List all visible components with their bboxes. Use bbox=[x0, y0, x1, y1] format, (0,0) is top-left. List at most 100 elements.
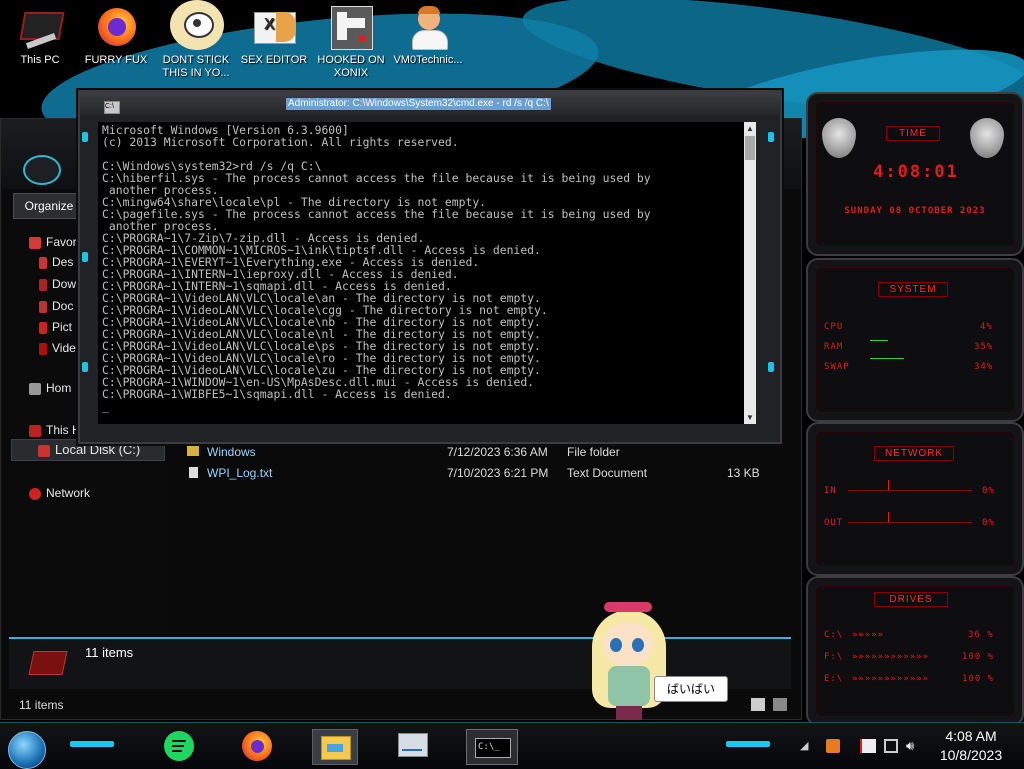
text-file-icon bbox=[189, 467, 198, 478]
drive-f-label: F:\ bbox=[824, 652, 844, 662]
status-item-count: 11 items bbox=[19, 698, 64, 712]
pictures-folder-icon bbox=[39, 321, 47, 334]
volume-icon[interactable]: 🔊︎ bbox=[906, 739, 920, 753]
nav-item-pictures[interactable]: Pict bbox=[39, 318, 72, 336]
action-center-flag-icon[interactable] bbox=[860, 739, 876, 753]
mascot-speech-bubble: ばいばい bbox=[654, 676, 728, 702]
nav-item-favorites[interactable]: Favor bbox=[29, 233, 77, 251]
system-panel: SYSTEM CPU 4% RAM 35% SWAP 34% bbox=[806, 258, 1024, 422]
show-hidden-icons-icon[interactable]: ◢ bbox=[800, 739, 814, 753]
clock-time: 4:08:01 bbox=[873, 162, 959, 182]
java-update-icon[interactable] bbox=[826, 739, 840, 753]
organize-button[interactable]: Organize bbox=[13, 193, 85, 219]
desktop-icon-sex-editor[interactable]: X SEX EDITOR bbox=[234, 6, 314, 67]
console-output[interactable]: Microsoft Windows [Version 6.3.9600] (c)… bbox=[98, 122, 744, 424]
command-prompt-window[interactable]: C:\ Administrator: C:\Windows\System32\c… bbox=[78, 90, 782, 444]
network-tray-icon[interactable] bbox=[884, 739, 898, 753]
desktop-icon-this-pc[interactable]: This PC bbox=[0, 6, 80, 67]
details-item-count: 11 items bbox=[85, 645, 134, 660]
drive-c-value: 36 % bbox=[968, 630, 994, 640]
frame-accent bbox=[82, 362, 88, 372]
time-panel: TIME 4:08:01 SUNDAY 08 OCTOBER 2023 bbox=[806, 92, 1024, 256]
swap-label: SWAP bbox=[824, 362, 850, 372]
frame-accent bbox=[82, 252, 88, 262]
mascot-eye bbox=[632, 638, 644, 652]
downloads-folder-icon bbox=[39, 278, 47, 291]
drives-title: DRIVES bbox=[874, 592, 948, 607]
drive-c-label: C:\ bbox=[824, 630, 844, 640]
firefox-icon bbox=[94, 6, 138, 50]
system-title: SYSTEM bbox=[878, 282, 948, 297]
network-out-graph bbox=[848, 522, 972, 523]
drive-f-value: 100 % bbox=[962, 652, 995, 662]
mascot-boots bbox=[616, 706, 642, 720]
drives-panel: DRIVES C:\ »»»»» 36 % F:\ »»»»»»»»»»»» 1… bbox=[806, 576, 1024, 726]
network-title: NETWORK bbox=[874, 446, 954, 461]
documents-folder-icon bbox=[39, 300, 47, 313]
desktop-icon-furry-fux[interactable]: FURRY FUX bbox=[76, 6, 156, 67]
nav-item-network[interactable]: Network bbox=[29, 484, 90, 502]
network-in-graph bbox=[848, 490, 972, 491]
taskbar-file-explorer[interactable] bbox=[312, 729, 358, 765]
star-icon bbox=[29, 236, 41, 249]
computer-icon bbox=[29, 424, 41, 437]
nav-item-homegroup[interactable]: Hom bbox=[29, 379, 71, 397]
drive-c-bar: »»»»» bbox=[852, 630, 885, 640]
taskbar-firefox[interactable] bbox=[236, 729, 280, 763]
frame-accent bbox=[768, 132, 774, 142]
console-text: Microsoft Windows [Version 6.3.9600] (c)… bbox=[102, 123, 651, 413]
network-in-spike bbox=[888, 480, 889, 490]
drive-e-value: 100 % bbox=[962, 674, 995, 684]
xonix-game-icon bbox=[329, 6, 373, 50]
system-monitor-gadget: TIME 4:08:01 SUNDAY 08 OCTOBER 2023 SYST… bbox=[806, 92, 1024, 726]
desktop-mascot[interactable] bbox=[586, 600, 674, 722]
network-out-spike bbox=[888, 512, 889, 522]
time-title: TIME bbox=[886, 126, 940, 141]
taskbar[interactable]: C:\_ ◢ 🔊︎ 4:08 AM 10/8/2023 bbox=[0, 722, 1024, 769]
cartoon-icon bbox=[156, 0, 236, 50]
desktop-icon-vm0technic[interactable]: VM0Technic... bbox=[388, 6, 468, 67]
hex-editor-icon: X bbox=[252, 6, 296, 50]
desktop-icon-hooked-on-xonix[interactable]: HOOKED ON XONIX bbox=[311, 6, 391, 80]
nav-item-videos[interactable]: Vide bbox=[39, 339, 76, 357]
network-in-label: IN bbox=[824, 486, 837, 496]
taskbar-clock-date[interactable]: 10/8/2023 bbox=[930, 747, 1012, 763]
ram-graph-line bbox=[870, 340, 888, 341]
taskbar-cmd[interactable]: C:\_ bbox=[466, 729, 518, 765]
drive-icon bbox=[38, 444, 50, 457]
network-out-label: OUT bbox=[824, 518, 844, 528]
desktop-folder-icon bbox=[39, 256, 47, 269]
nav-item-this-pc[interactable]: This H bbox=[29, 421, 81, 439]
drive-f-bar: »»»»»»»»»»»» bbox=[852, 652, 930, 662]
nav-item-downloads[interactable]: Dow bbox=[39, 275, 76, 293]
back-button[interactable] bbox=[23, 155, 61, 185]
scroll-up-arrow-icon[interactable]: ▲ bbox=[746, 124, 754, 133]
details-view-icon[interactable] bbox=[751, 698, 765, 711]
ram-value: 35% bbox=[974, 342, 994, 352]
drive-thumbnail-icon bbox=[28, 651, 68, 675]
cmd-titlebar[interactable]: C:\ Administrator: C:\Windows\System32\c… bbox=[80, 92, 780, 116]
scrollbar-thumb[interactable] bbox=[745, 136, 755, 160]
swap-value: 34% bbox=[974, 362, 994, 372]
homegroup-icon bbox=[29, 382, 41, 395]
cpu-value: 4% bbox=[980, 322, 993, 332]
taskbar-clock-time[interactable]: 4:08 AM bbox=[930, 728, 1012, 744]
frame-accent bbox=[82, 132, 88, 142]
taskbar-accent bbox=[70, 741, 114, 747]
cmd-icon: C:\_ bbox=[475, 738, 511, 758]
network-in-value: 0% bbox=[982, 486, 995, 496]
desktop-icon-dont-stick[interactable]: DONT STICK THIS IN YO... bbox=[156, 0, 236, 80]
tiles-view-icon[interactable] bbox=[773, 698, 787, 711]
taskbar-performance-monitor[interactable] bbox=[390, 729, 434, 763]
cpu-label: CPU bbox=[824, 322, 844, 332]
cmd-icon: C:\ bbox=[104, 101, 120, 114]
clock-date: SUNDAY 08 OCTOBER 2023 bbox=[844, 206, 986, 216]
file-list[interactable]: Windows 7/12/2023 6:36 AM File folder WP… bbox=[169, 429, 789, 639]
cmd-scrollbar[interactable]: ▲ ▼ bbox=[744, 122, 756, 424]
nav-item-desktop[interactable]: Des bbox=[39, 253, 73, 271]
nav-item-documents[interactable]: Doc bbox=[39, 297, 73, 315]
scroll-down-arrow-icon[interactable]: ▼ bbox=[746, 413, 754, 422]
start-button[interactable] bbox=[8, 731, 46, 769]
taskbar-spotify[interactable] bbox=[158, 729, 202, 763]
doctor-icon bbox=[406, 6, 450, 50]
